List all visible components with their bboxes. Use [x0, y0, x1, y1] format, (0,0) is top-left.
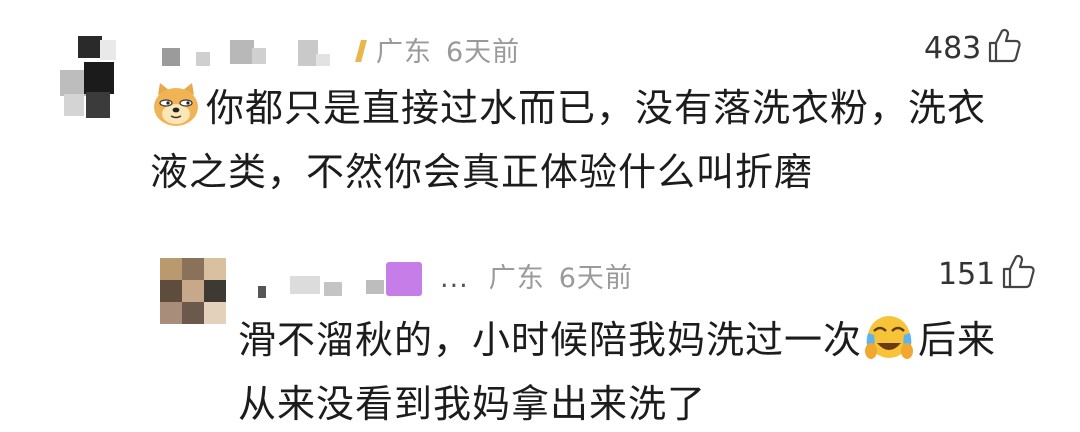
thumbs-up-icon [1001, 254, 1035, 294]
avatar[interactable] [60, 30, 120, 120]
reply-text-line-1b: 后来 [918, 318, 997, 362]
location-label: 广东 [376, 37, 432, 68]
thumbs-up-icon [987, 28, 1021, 68]
ellipsis: ... [440, 263, 469, 294]
time-label: 6天前 [558, 263, 633, 294]
username-blurred[interactable] [150, 30, 370, 70]
time-label: 6天前 [446, 37, 521, 68]
like-button[interactable]: 151 [938, 254, 1035, 294]
username-blurred[interactable] [250, 258, 440, 298]
comment-text-line-1: 你都只是直接过水而已，没有落洗衣粉，洗衣 [206, 86, 987, 130]
doge-emoji-icon [150, 81, 202, 144]
like-count: 483 [924, 30, 982, 66]
avatar[interactable] [160, 258, 226, 324]
reply-text-line-2: 从来没看到我妈拿出来洗了 [238, 382, 707, 426]
crying-face-emoji-icon [864, 313, 914, 376]
comment-text-line-2: 液之类，不然你会真正体验什么叫折磨 [150, 150, 814, 194]
reply-text-line-1a: 滑不溜秋的，小时候陪我妈洗过一次 [238, 318, 863, 362]
like-count: 151 [938, 256, 996, 292]
reply-meta: ... 广东 6天前 [440, 256, 647, 295]
comment-meta: 广东 6天前 [376, 30, 534, 69]
like-button[interactable]: 483 [924, 28, 1021, 68]
comment-body: 你都只是直接过水而已，没有落洗衣粉，洗衣 液之类，不然你会真正体验什么叫折磨 [150, 80, 1050, 200]
reply-body: 滑不溜秋的，小时候陪我妈洗过一次 后来 从来没看到我妈拿出来洗了 [238, 312, 1058, 432]
location-label: 广东 [488, 263, 545, 294]
